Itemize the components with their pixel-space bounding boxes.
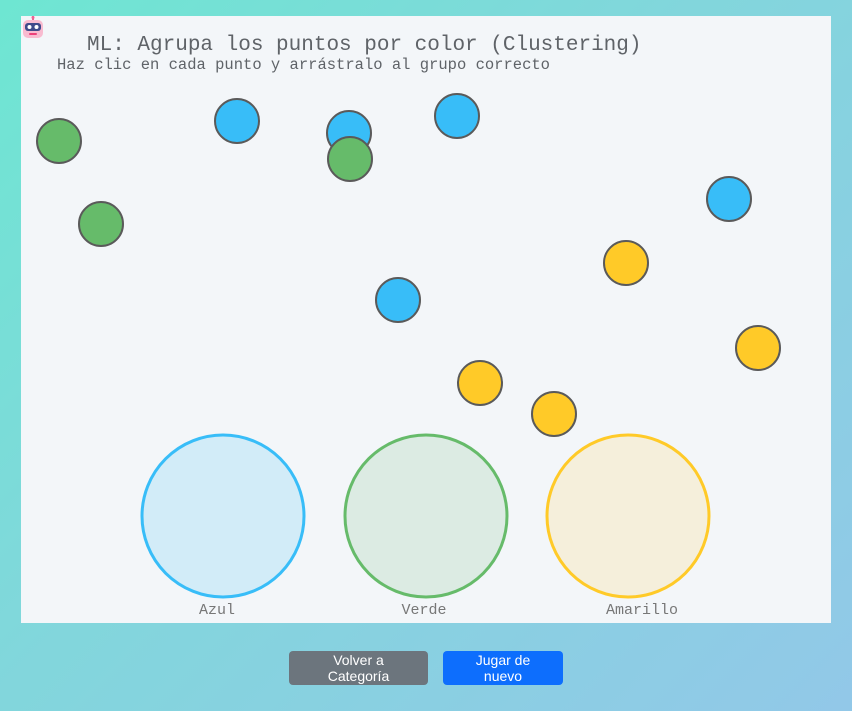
draggable-point-yellow[interactable] [531,391,577,437]
game-canvas[interactable]: ML: Agrupa los puntos por color (Cluster… [21,16,831,623]
draggable-point-yellow[interactable] [457,360,503,406]
drop-zone-blue[interactable] [140,433,306,599]
draggable-point-yellow[interactable] [735,325,781,371]
group-label-blue: Azul [198,602,235,619]
draggable-point-blue[interactable] [434,93,480,139]
board [36,93,781,599]
controls: Volver a Categoría Jugar de nuevo [0,651,852,685]
draggable-point-green[interactable] [36,118,82,164]
draggable-point-green[interactable] [327,136,373,182]
group-label-yellow: Amarillo [605,602,678,619]
drop-zone-yellow[interactable] [545,433,711,599]
play-again-button[interactable]: Jugar de nuevo [443,651,563,685]
drop-zone-green[interactable] [343,433,509,599]
draggable-point-blue[interactable] [214,98,260,144]
back-to-category-button[interactable]: Volver a Categoría [289,651,428,685]
draggable-point-green[interactable] [78,201,124,247]
draggable-point-yellow[interactable] [603,240,649,286]
draggable-point-blue[interactable] [706,176,752,222]
group-label-green: Verde [401,602,447,619]
draggable-point-blue[interactable] [375,277,421,323]
